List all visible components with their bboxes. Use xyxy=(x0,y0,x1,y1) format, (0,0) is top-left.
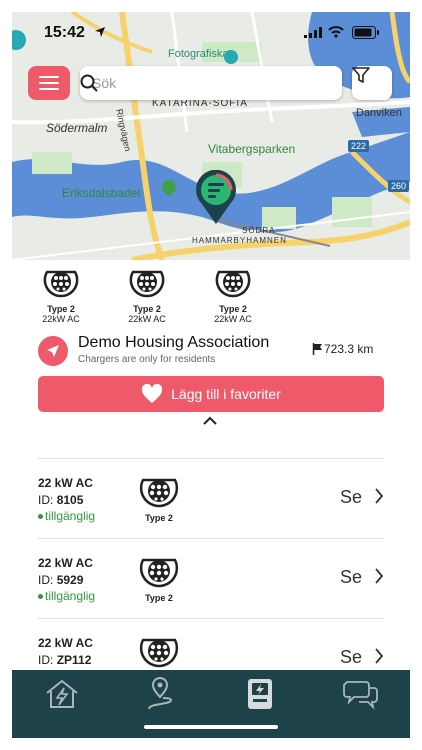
chat-bubbles-icon xyxy=(343,681,378,710)
map-pin-route-icon xyxy=(148,677,173,710)
type2-plug-icon xyxy=(129,270,165,298)
available-dot-icon xyxy=(38,514,43,520)
road-sign-222: 222 xyxy=(348,140,370,152)
status-time: 15:42 xyxy=(44,24,85,41)
app-screen: Fotografiska KATARINA-SOFIA Södermalm Vi… xyxy=(12,12,410,738)
charging-station-icon xyxy=(248,679,272,709)
filter-icon xyxy=(352,67,370,83)
filter-button[interactable] xyxy=(352,66,392,100)
connector-item: Type 2 22kW AC xyxy=(26,266,96,324)
navigate-button[interactable] xyxy=(38,336,68,366)
connector-type: Type 2 xyxy=(47,304,75,314)
see-charger-button[interactable]: Se xyxy=(340,647,362,668)
connector-item: Type 2 22kW AC xyxy=(112,266,182,324)
connector-power: 22kW AC xyxy=(42,314,80,324)
type2-plug-icon xyxy=(139,478,179,508)
chevron-right-icon[interactable] xyxy=(374,647,384,665)
add-favorite-label: Lägg till i favoriter xyxy=(171,386,281,402)
see-charger-button[interactable]: Se xyxy=(340,487,362,508)
station-name: Demo Housing Association xyxy=(78,334,270,351)
tab-home[interactable] xyxy=(42,676,82,712)
station-header: Demo Housing Association Chargers are on… xyxy=(38,334,388,370)
station-distance: 723.3 km xyxy=(324,342,374,356)
map-label-danviken: Danviken xyxy=(356,107,402,119)
navigation-arrow-icon xyxy=(47,345,59,357)
search-bar[interactable]: Sök xyxy=(80,66,342,100)
charger-type: Type 2 xyxy=(145,593,173,603)
map-label-hammarbyhamnen: HAMMARBYHAMNEN xyxy=(192,236,287,245)
tab-map[interactable] xyxy=(140,676,180,712)
tab-chat[interactable] xyxy=(340,676,380,712)
add-favorite-button[interactable]: Lägg till i favoriter xyxy=(38,376,384,412)
connector-type: Type 2 xyxy=(133,304,161,314)
flag-icon xyxy=(312,343,322,355)
station-subtitle: Chargers are only for residents xyxy=(78,354,216,365)
map-view[interactable]: Fotografiska KATARINA-SOFIA Södermalm Vi… xyxy=(12,12,410,260)
charger-power: 22 kW AC xyxy=(38,476,93,490)
charger-pin-icon xyxy=(196,170,236,224)
map-label-sodra: SÖDRA xyxy=(242,226,276,235)
menu-button[interactable] xyxy=(28,66,70,100)
map-label-sodermalm: Södermalm xyxy=(46,121,108,135)
connector-power: 22kW AC xyxy=(214,314,252,324)
charger-id-label: ID: xyxy=(38,573,54,587)
charger-map-pin[interactable] xyxy=(194,170,238,224)
divider xyxy=(38,458,384,459)
charger-type: Type 2 xyxy=(145,513,173,523)
map-label-vitabergsparken: Vitabergsparken xyxy=(208,142,296,156)
home-charging-icon xyxy=(46,679,78,708)
charger-row[interactable]: 22 kW AC ID: 8105 tillgänglig Type 2 Se xyxy=(38,476,384,546)
battery-icon xyxy=(352,26,379,39)
home-indicator xyxy=(144,725,278,729)
connector-power: 22kW AC xyxy=(128,314,166,324)
available-dot-icon xyxy=(38,594,43,600)
signal-icon xyxy=(304,27,322,38)
divider xyxy=(38,538,384,539)
type2-plug-icon xyxy=(139,558,179,588)
search-icon[interactable] xyxy=(80,74,98,92)
charger-power: 22 kW AC xyxy=(38,636,93,650)
road-sign-260: 260 xyxy=(388,180,410,192)
connector-list: Type 2 22kW AC Type 2 22kW AC Type 2 22k… xyxy=(12,266,410,328)
heart-icon xyxy=(142,384,163,403)
charger-id-label: ID: xyxy=(38,493,54,507)
charger-id-label: ID: xyxy=(38,653,54,667)
charger-power: 22 kW AC xyxy=(38,556,93,570)
connector-type: Type 2 xyxy=(219,304,247,314)
charger-row[interactable]: 22 kW AC ID: 5929 tillgänglig Type 2 Se xyxy=(38,556,384,626)
charger-id: ZP112 xyxy=(56,653,92,667)
charger-status: tillgänglig xyxy=(45,589,96,603)
chevron-right-icon[interactable] xyxy=(374,567,384,585)
tab-chargers[interactable] xyxy=(240,676,280,712)
charger-id: 8105 xyxy=(56,493,84,507)
status-bar: 15:42 xyxy=(12,12,410,50)
chevron-right-icon[interactable] xyxy=(374,487,384,505)
collapse-chevron-icon[interactable] xyxy=(202,416,218,426)
charger-id: 5929 xyxy=(56,573,84,587)
type2-plug-icon xyxy=(215,270,251,298)
museum-icon xyxy=(224,50,238,64)
location-arrow-icon xyxy=(95,27,105,37)
see-charger-button[interactable]: Se xyxy=(340,567,362,588)
tab-bar xyxy=(12,670,410,738)
type2-plug-icon xyxy=(43,270,79,298)
hamburger-icon xyxy=(39,76,59,78)
wifi-icon xyxy=(328,26,344,38)
divider xyxy=(38,618,384,619)
map-label-eriksdalsbadet: Eriksdalsbadet xyxy=(62,186,141,200)
charger-status: tillgänglig xyxy=(45,509,96,523)
type2-plug-icon xyxy=(139,638,179,668)
connector-item: Type 2 22kW AC xyxy=(198,266,268,324)
